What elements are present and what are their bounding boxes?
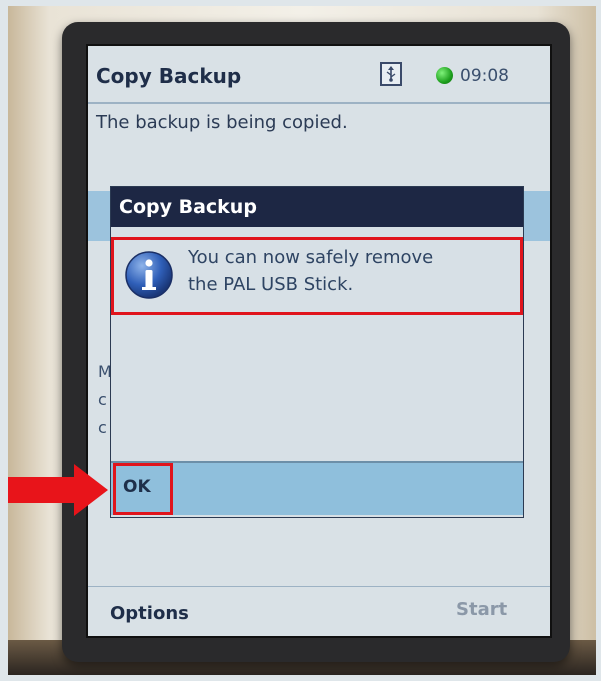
title-bar: Copy Backup 09:08 xyxy=(88,46,550,104)
green-status-icon xyxy=(436,67,453,84)
dialog-message-highlight: You can now safely remove the PAL USB St… xyxy=(111,237,523,315)
ok-button[interactable]: OK xyxy=(123,477,151,497)
pointer-arrow-icon xyxy=(8,464,108,516)
ok-button-bar[interactable]: OK xyxy=(111,461,523,515)
app-title: Copy Backup xyxy=(96,64,242,88)
dialog-message-line: the PAL USB Stick. xyxy=(188,274,354,295)
background-text-fragment: c xyxy=(98,418,107,437)
start-softkey[interactable]: Start xyxy=(456,599,507,620)
clock: 09:08 xyxy=(460,66,509,86)
usb-icon xyxy=(380,62,402,86)
dialog-header: Copy Backup xyxy=(111,187,523,227)
options-softkey[interactable]: Options xyxy=(110,603,189,624)
status-message: The backup is being copied. xyxy=(96,112,348,133)
info-icon xyxy=(124,250,174,300)
device-screen: Copy Backup 09:08 The backup is being co… xyxy=(86,44,552,638)
softkey-bar: Options Start xyxy=(88,586,550,636)
copy-backup-dialog: Copy Backup You can now safely remove th… xyxy=(110,186,524,518)
dialog-message-line: You can now safely remove xyxy=(188,247,434,268)
background-text-fragment: c xyxy=(98,390,107,409)
dialog-title: Copy Backup xyxy=(119,196,257,218)
dialog-message: You can now safely remove the PAL USB St… xyxy=(188,244,508,298)
